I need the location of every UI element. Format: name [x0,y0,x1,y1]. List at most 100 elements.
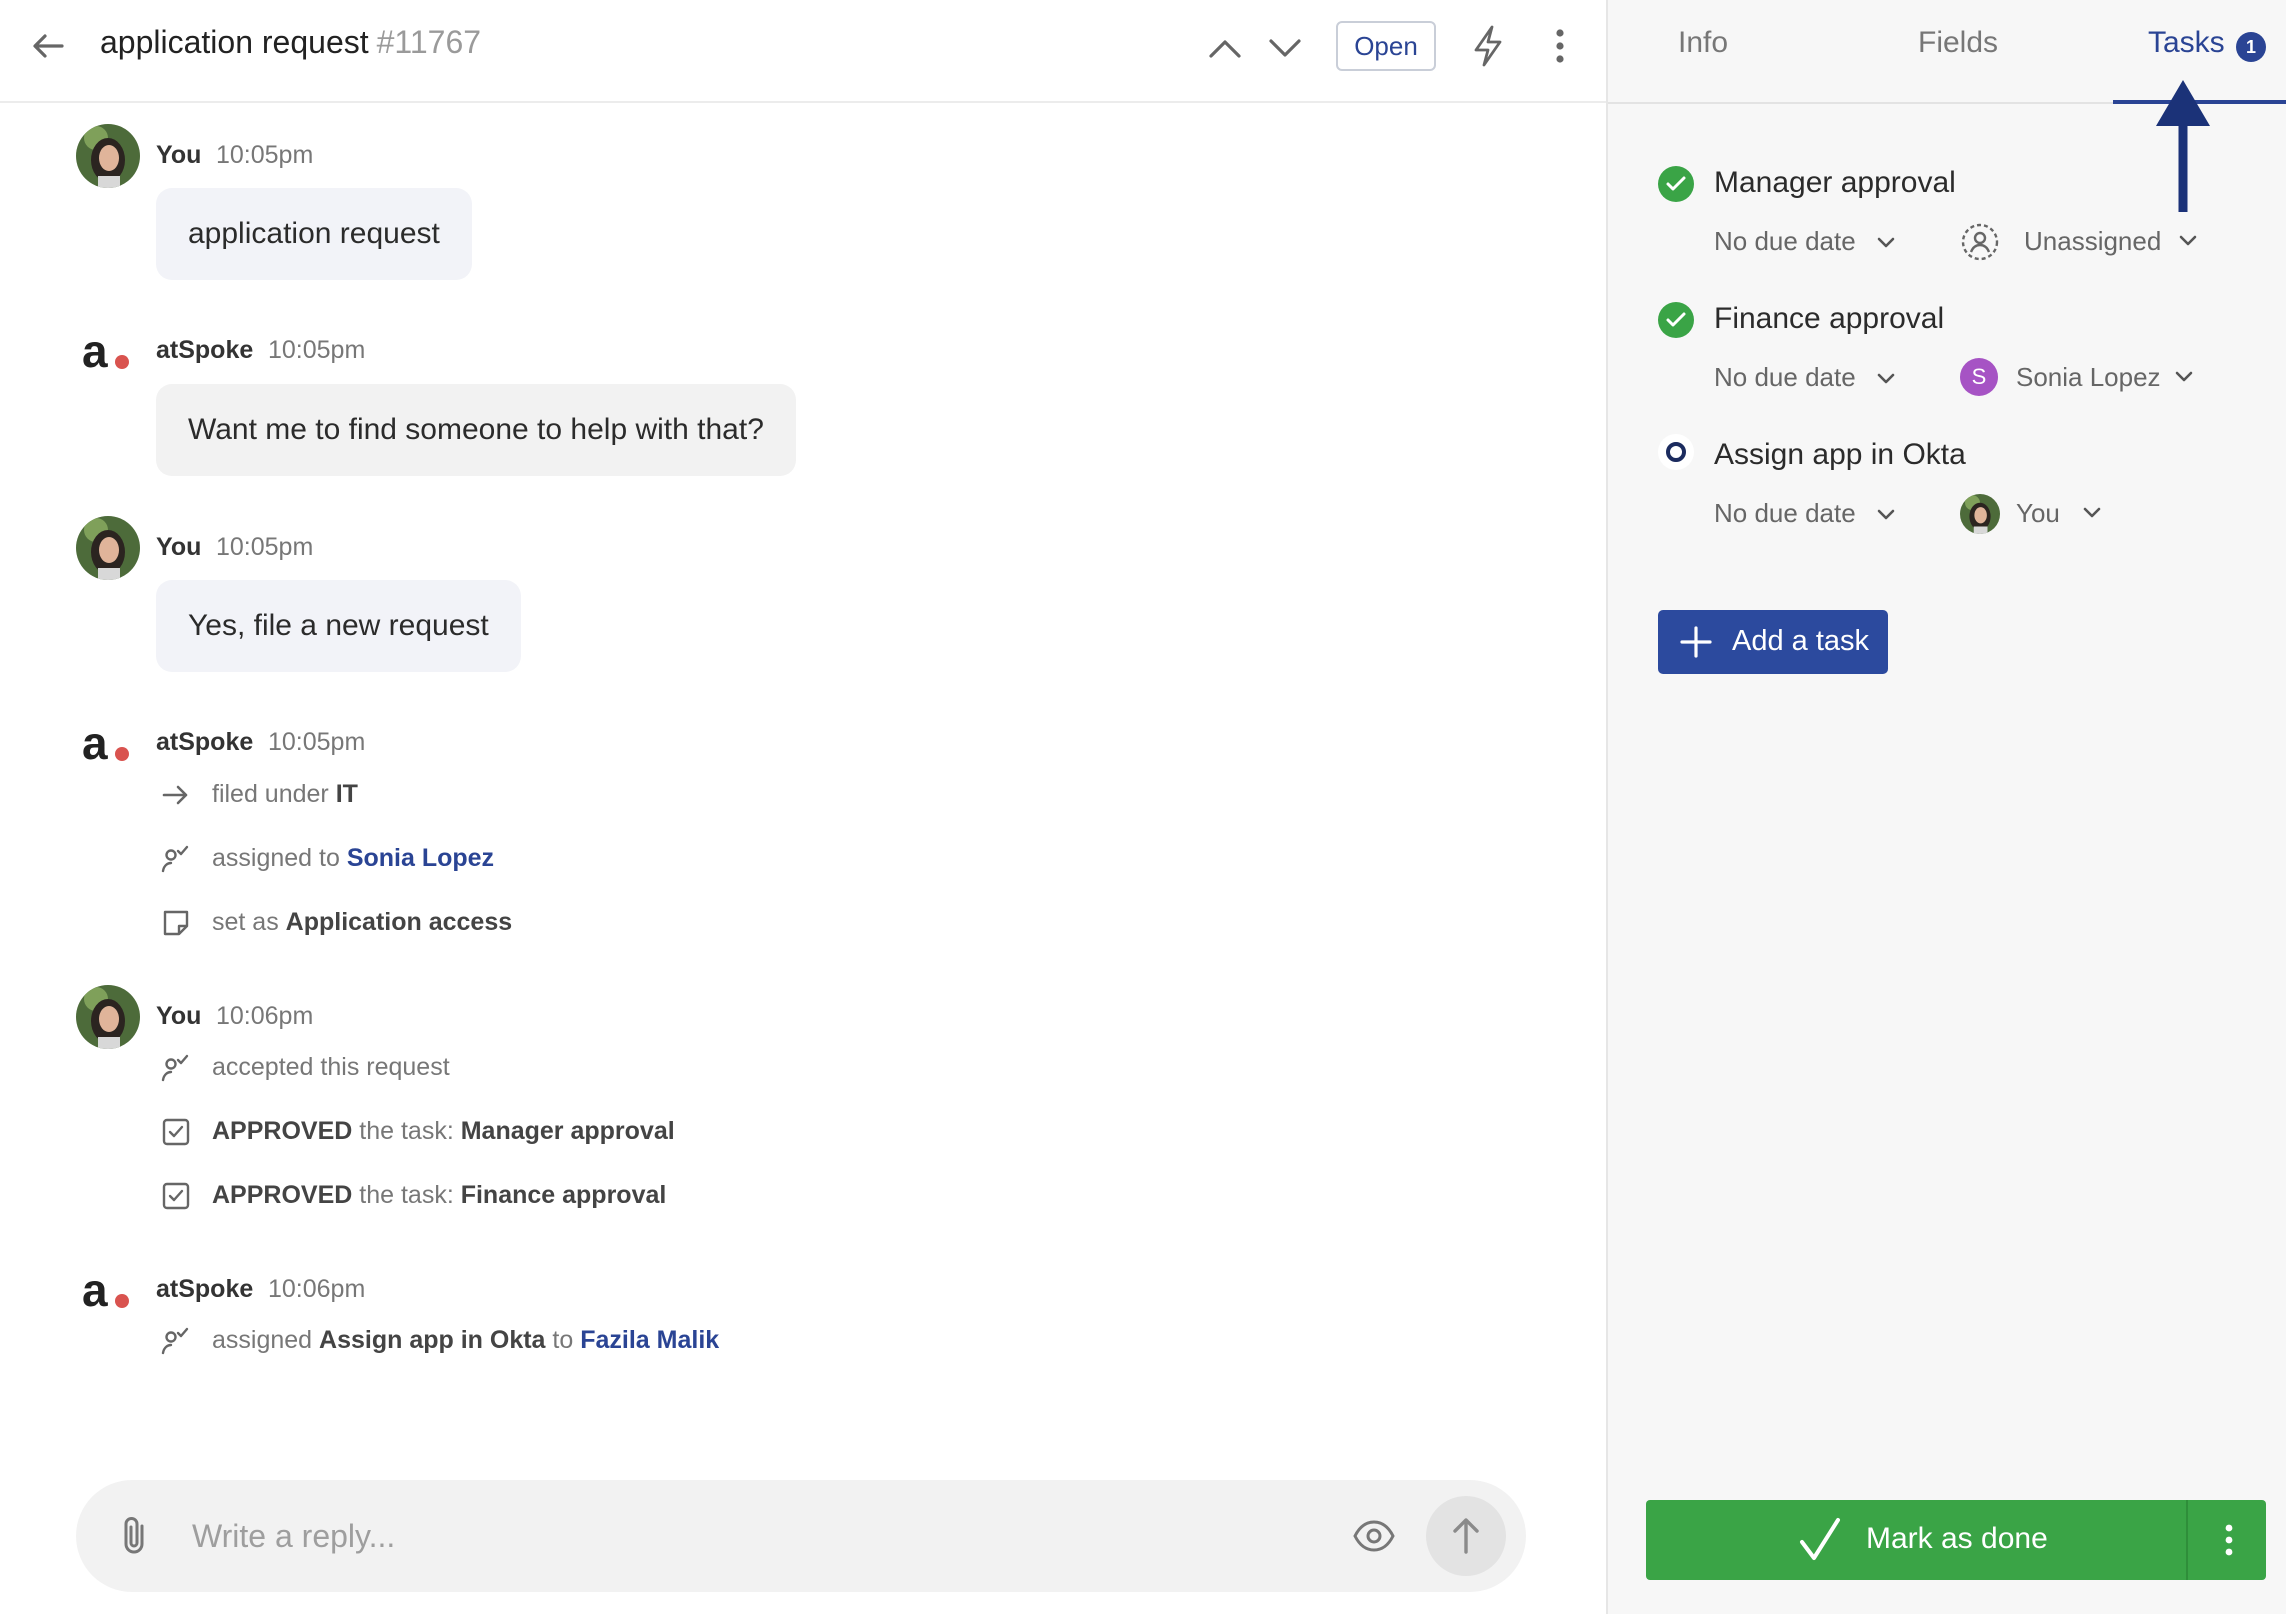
tab-fields[interactable]: Fields [1918,26,1998,60]
task-title[interactable]: Assign app in Okta [1714,438,1966,472]
checkbox-checked-icon [162,1182,190,1210]
event-line: set as Application access [212,908,512,937]
event-line: APPROVED the task: Manager approval [212,1117,675,1146]
message-author: You [156,1002,202,1030]
note-icon [163,910,189,936]
plus-icon [1680,626,1712,658]
event-action: APPROVED [212,1117,353,1145]
assignee-link[interactable]: Sonia Lopez [347,844,494,872]
message-time: 10:05pm [216,141,314,169]
event-prefix: set as [212,908,279,936]
event-prefix: filed under [212,780,329,808]
event-prefix: assigned [212,1326,313,1354]
reply-composer [76,1480,1526,1592]
paperclip-icon[interactable] [116,1514,156,1558]
back-arrow-icon[interactable] [28,26,68,66]
message-time: 10:06pm [216,1002,314,1030]
message-author: atSpoke [156,728,254,756]
chevron-down-icon[interactable] [2172,364,2196,388]
reply-input[interactable] [192,1480,1292,1592]
eye-icon[interactable] [1352,1518,1396,1554]
chevron-down-icon[interactable] [1265,28,1305,68]
event-value: Finance approval [460,1181,667,1209]
ticket-title: application request #11767 [100,24,481,61]
side-panel: Info Fields Tasks 1 Manager approval No … [1606,0,2286,1614]
message-time: 10:05pm [268,336,366,364]
assignee-avatar: S [1960,358,1998,396]
event-value: Application access [285,908,513,936]
svg-text:a: a [82,717,108,769]
task-title[interactable]: Manager approval [1714,166,1956,200]
message-author: You [156,141,202,169]
task-pending-icon[interactable] [1658,434,1694,470]
event-line: accepted this request [212,1053,450,1081]
assign-user-icon [161,1054,189,1082]
arrow-right-icon [162,785,188,805]
task-due-date[interactable]: No due date [1714,362,1856,393]
task-assignee[interactable]: You [2016,498,2060,529]
assign-user-icon [161,1327,189,1355]
chevron-down-icon[interactable] [1874,366,1898,390]
unassigned-user-icon [1961,223,1999,261]
message-bubble: application request [156,188,472,280]
tab-info[interactable]: Info [1678,26,1728,60]
mark-as-done-button[interactable]: Mark as done [1646,1500,2266,1580]
task-title[interactable]: Finance approval [1714,302,1944,336]
add-task-button[interactable]: Add a task [1658,610,1888,674]
chevron-down-icon[interactable] [1874,230,1898,254]
message-author: You [156,533,202,561]
svg-text:a: a [82,1264,108,1316]
atspoke-logo-icon: a [82,1264,129,1316]
svg-text:a: a [82,325,108,377]
event-line: filed under IT [212,780,358,809]
app-window: application request #11767 Open You 10:05… [0,0,2286,1614]
event-action: APPROVED [212,1181,353,1209]
chevron-down-icon[interactable] [2176,228,2200,252]
assignee-link[interactable]: Fazila Malik [580,1326,719,1354]
event-line: APPROVED the task: Finance approval [212,1181,666,1210]
task-complete-icon[interactable] [1658,302,1694,338]
task-assignee[interactable]: Unassigned [2024,226,2161,257]
message-author: atSpoke [156,336,254,364]
annotation-arrow-icon [2156,80,2210,212]
atspoke-logo-icon: a [82,717,129,769]
message-bubble: Want me to find someone to help with tha… [156,384,796,476]
arrow-up-icon [1453,1518,1479,1554]
event-mid: to [552,1326,574,1354]
conversation-header: application request #11767 Open [0,0,1606,103]
event-mid: the task: [359,1117,454,1145]
event-prefix: assigned to [212,844,340,872]
ticket-title-text: application request [100,24,369,60]
more-options-icon[interactable] [2214,1518,2244,1562]
event-value: Manager approval [460,1117,675,1145]
avatar[interactable] [76,985,140,1049]
task-complete-icon[interactable] [1658,166,1694,202]
event-value: IT [335,780,358,808]
chevron-up-icon[interactable] [1205,28,1245,68]
lightning-bolt-icon[interactable] [1470,24,1506,68]
event-mid: the task: [359,1181,454,1209]
task-assignee[interactable]: Sonia Lopez [2016,362,2161,393]
task-due-date[interactable]: No due date [1714,498,1856,529]
message-time: 10:05pm [268,728,366,756]
assignee-avatar [1960,494,2000,534]
chevron-down-icon[interactable] [2080,500,2104,524]
tab-tasks[interactable]: Tasks [2148,26,2225,60]
message-author: atSpoke [156,1275,254,1303]
event-task: Assign app in Okta [319,1326,546,1354]
more-options-icon[interactable] [1546,26,1574,66]
conversation-pane: application request #11767 Open You 10:05… [0,0,1606,1614]
tasks-count-badge: 1 [2236,32,2266,62]
event-line: assigned to Sonia Lopez [212,844,494,873]
add-task-label: Add a task [1732,625,1870,657]
status-badge[interactable]: Open [1336,21,1436,71]
send-button[interactable] [1426,1496,1506,1576]
checkbox-checked-icon [162,1118,190,1146]
mark-as-done-label: Mark as done [1866,1522,2048,1555]
task-due-date[interactable]: No due date [1714,226,1856,257]
avatar[interactable] [76,516,140,580]
chevron-down-icon[interactable] [1874,502,1898,526]
avatar[interactable] [76,124,140,188]
event-line: assigned Assign app in Okta to Fazila Ma… [212,1326,719,1355]
atspoke-logo-icon: a [82,325,129,377]
